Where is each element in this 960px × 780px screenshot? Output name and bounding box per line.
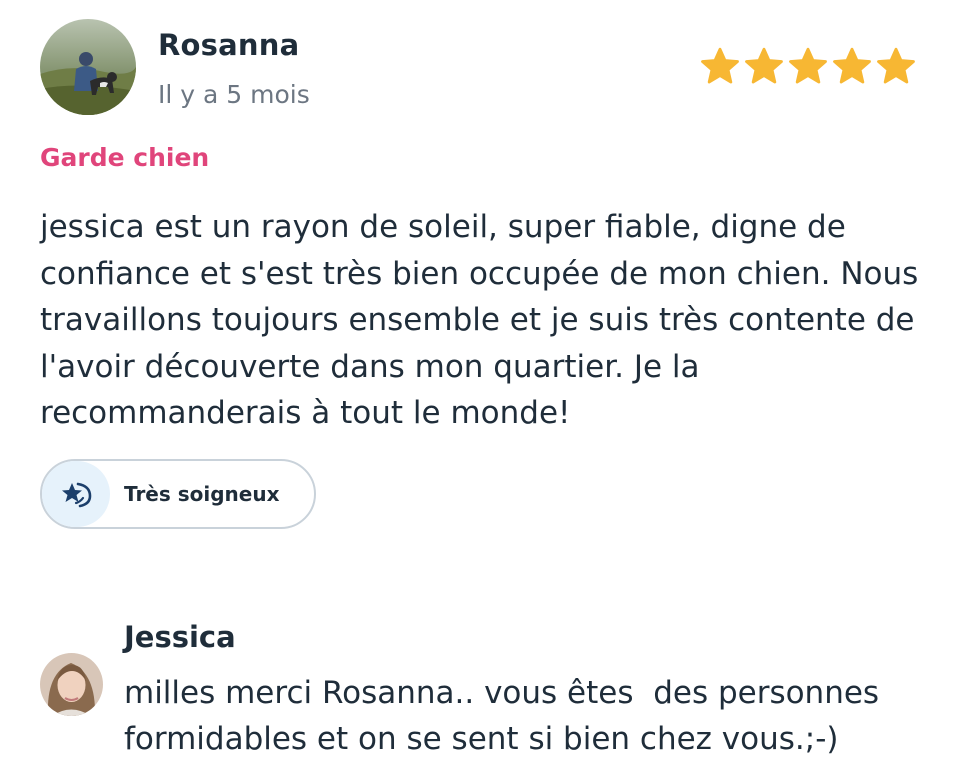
reply-avatar[interactable] [40, 653, 103, 716]
service-type-label: Garde chien [40, 143, 210, 172]
star-hand-icon [42, 461, 110, 527]
review-timestamp: Il y a 5 mois [158, 80, 310, 109]
star-icon [789, 47, 827, 84]
reviewer-photo [40, 19, 136, 115]
reply-author-photo [40, 653, 103, 716]
reply-author-name[interactable]: Jessica [124, 620, 236, 654]
star-rating [699, 46, 917, 88]
review-card: Rosanna Il y a 5 mois Garde chien jessic… [0, 0, 960, 780]
reviewer-avatar[interactable] [40, 19, 136, 115]
badge-chip[interactable]: Très soigneux [40, 459, 316, 529]
star-icon [833, 47, 871, 84]
review-text: jessica est un rayon de soleil, super fi… [40, 209, 919, 431]
badge-label: Très soigneux [124, 482, 280, 506]
star-icon [745, 47, 783, 84]
reply-text: milles merci Rosanna.. vous êtes des per… [124, 675, 889, 757]
star-icon [701, 47, 739, 84]
star-icon [877, 47, 915, 84]
reviewer-name[interactable]: Rosanna [158, 28, 299, 62]
